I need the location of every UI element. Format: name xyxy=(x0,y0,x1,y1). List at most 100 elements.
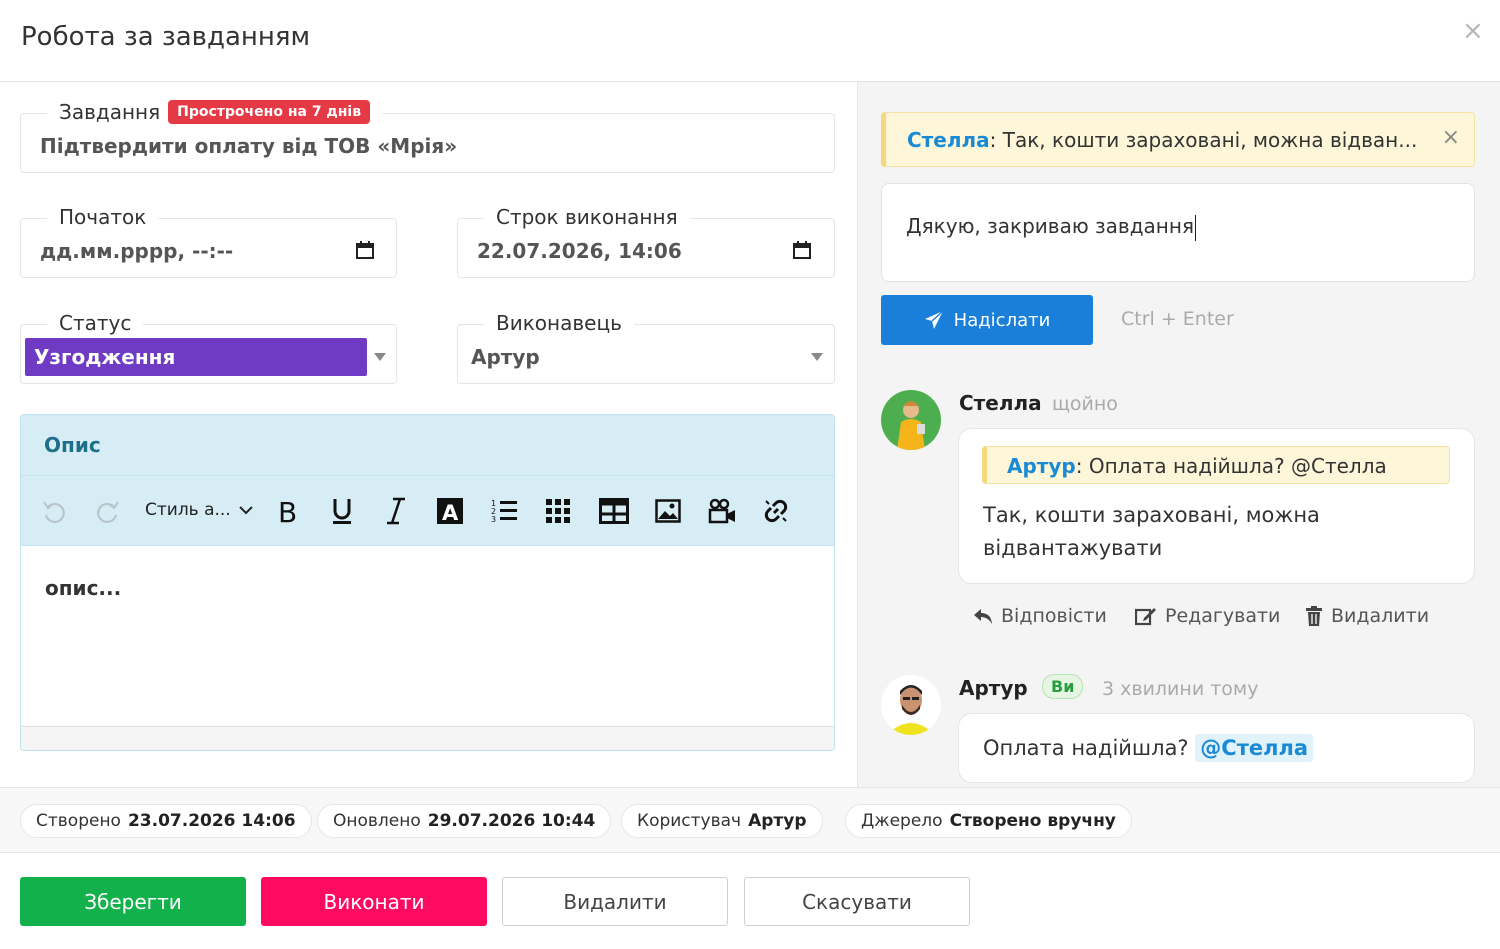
created-value: 23.07.2026 14:06 xyxy=(127,811,296,831)
chat-panel: Стелла: Так, кошти зараховані, можна від… xyxy=(857,82,1500,787)
reply-button[interactable]: Відповісти xyxy=(973,605,1107,627)
source-label: Джерело xyxy=(861,811,943,831)
comment-quote-body: : Оплата надійшла? @Стелла xyxy=(1075,454,1387,478)
assignee-select[interactable]: Виконавець Артур xyxy=(457,311,835,384)
avatar xyxy=(881,675,941,735)
comment-time: 3 хвилини тому xyxy=(1102,678,1259,700)
created-chip: Створено 23.07.2026 14:06 xyxy=(20,804,312,838)
deadline-field[interactable]: Строк виконання 22.07.2026, 14:06 xyxy=(457,205,835,278)
cancel-button[interactable]: Скасувати xyxy=(744,877,970,926)
mention-chip[interactable]: @Стелла xyxy=(1195,734,1314,762)
numbered-list-icon[interactable]: 123 xyxy=(489,496,519,526)
bold-icon[interactable]: B xyxy=(273,496,303,526)
editor-toolbar: Стиль а... B A 123 xyxy=(21,476,834,546)
description-input[interactable]: опис... xyxy=(21,546,834,726)
text-color-icon[interactable]: A xyxy=(435,496,465,526)
assignee-value: Артур xyxy=(471,345,540,369)
svg-text:B: B xyxy=(278,496,297,526)
delete-comment-button[interactable]: Видалити xyxy=(1305,605,1429,627)
overdue-badge: Прострочено на 7 днів xyxy=(168,100,371,124)
source-chip: Джерело Створено вручну xyxy=(845,804,1132,838)
task-name-field[interactable]: Завдання Прострочено на 7 днів Підтверди… xyxy=(20,100,835,173)
calendar-icon[interactable] xyxy=(356,241,374,259)
table-icon[interactable] xyxy=(598,496,630,526)
redo-icon[interactable] xyxy=(93,496,123,526)
reply-quote-author: Стелла xyxy=(907,128,990,152)
chevron-down-icon xyxy=(374,353,386,361)
paper-plane-icon xyxy=(924,310,944,329)
video-icon[interactable] xyxy=(707,496,737,526)
chevron-down-icon xyxy=(239,506,253,515)
reply-label: Відповісти xyxy=(1001,605,1107,627)
calendar-icon[interactable] xyxy=(793,241,811,259)
updated-label: Оновлено xyxy=(333,811,421,831)
send-shortcut-hint: Ctrl + Enter xyxy=(1121,308,1234,330)
editor-status-bar xyxy=(21,726,834,750)
style-select[interactable]: Стиль а... xyxy=(145,500,253,520)
italic-icon[interactable] xyxy=(381,496,411,526)
user-chip: Користувач Артур xyxy=(621,804,823,838)
reply-quote-body: : Так, кошти зараховані, можна відван... xyxy=(989,128,1418,152)
comment-author: Артур xyxy=(959,676,1028,700)
comment-bubble: Оплата надійшла? @Стелла xyxy=(958,713,1475,783)
description-editor: Опис Стиль а... B A 1 2 3 опис... xyxy=(20,414,835,751)
status-select[interactable]: Статус Узгодження xyxy=(20,311,397,384)
task-name-value: Підтвердити оплату від ТОВ «Мрія» xyxy=(40,134,458,158)
reply-icon xyxy=(974,609,992,624)
updated-chip: Оновлено 29.07.2026 10:44 xyxy=(317,804,612,838)
edit-button[interactable]: Редагувати xyxy=(1135,605,1280,627)
comment-input-value: Дякую, закриваю завдання xyxy=(906,214,1194,238)
complete-button[interactable]: Виконати xyxy=(261,877,487,926)
style-select-label: Стиль а... xyxy=(145,500,231,520)
edit-icon xyxy=(1135,608,1156,626)
comment-text: Так, кошти зараховані, можна відвантажув… xyxy=(983,503,1320,560)
updated-value: 29.07.2026 10:44 xyxy=(427,811,596,831)
comment-input[interactable]: Дякую, закриваю завдання xyxy=(881,183,1475,282)
send-button-label: Надіслати xyxy=(953,309,1051,331)
created-label: Створено xyxy=(36,811,121,831)
comment-time: щойно xyxy=(1052,393,1118,415)
comment-author: Стелла xyxy=(959,391,1042,415)
description-title: Опис xyxy=(44,433,101,457)
user-value: Артур xyxy=(748,811,807,831)
text-cursor xyxy=(1194,214,1196,241)
task-name-legend: Завдання Прострочено на 7 днів xyxy=(47,100,383,124)
comment-text-body: Оплата надійшла? xyxy=(983,736,1189,760)
task-form: Завдання Прострочено на 7 днів Підтверди… xyxy=(0,82,857,787)
image-icon[interactable] xyxy=(653,496,683,526)
chevron-down-icon xyxy=(811,353,823,361)
svg-text:3: 3 xyxy=(491,515,496,524)
undo-icon[interactable] xyxy=(39,496,69,526)
modal-header: Робота за завданням × xyxy=(0,0,1500,82)
send-button[interactable]: Надіслати xyxy=(881,295,1093,345)
delete-button[interactable]: Видалити xyxy=(502,877,728,926)
trash-icon xyxy=(1306,606,1322,626)
assignee-label: Виконавець xyxy=(484,311,634,335)
description-header: Опис xyxy=(21,415,834,476)
comment-bubble: Артур: Оплата надійшла? @Стелла Так, кош… xyxy=(958,428,1475,584)
underline-icon[interactable] xyxy=(327,496,357,526)
svg-text:A: A xyxy=(442,501,459,524)
deadline-label: Строк виконання xyxy=(484,205,690,229)
grid-icon[interactable] xyxy=(543,496,573,526)
status-label: Статус xyxy=(47,311,144,335)
start-date-field[interactable]: Початок дд.мм.рррр, --:-- xyxy=(20,205,397,278)
meta-info: Створено 23.07.2026 14:06 Оновлено 29.07.2… xyxy=(0,787,1500,853)
comment-quote-text: Артур: Оплата надійшла? @Стелла xyxy=(1007,454,1387,478)
source-value: Створено вручну xyxy=(949,811,1116,831)
avatar xyxy=(881,390,941,450)
user-label: Користувач xyxy=(637,811,742,831)
description-placeholder: опис... xyxy=(45,576,122,600)
comment-quote-author: Артур xyxy=(1007,454,1076,478)
comment-input-text: Дякую, закриваю завдання xyxy=(906,214,1196,241)
start-date-label: Початок xyxy=(47,205,159,229)
start-date-value: дд.мм.рррр, --:-- xyxy=(40,239,234,263)
you-badge: Ви xyxy=(1042,674,1084,699)
delete-comment-label: Видалити xyxy=(1331,605,1430,627)
save-button[interactable]: Зберегти xyxy=(20,877,246,926)
link-icon[interactable] xyxy=(761,496,791,526)
close-icon[interactable]: × xyxy=(1462,18,1484,44)
comment-quote: Артур: Оплата надійшла? @Стелла xyxy=(982,446,1450,484)
close-icon[interactable]: × xyxy=(1442,125,1460,150)
modal-title: Робота за завданням xyxy=(21,22,311,52)
